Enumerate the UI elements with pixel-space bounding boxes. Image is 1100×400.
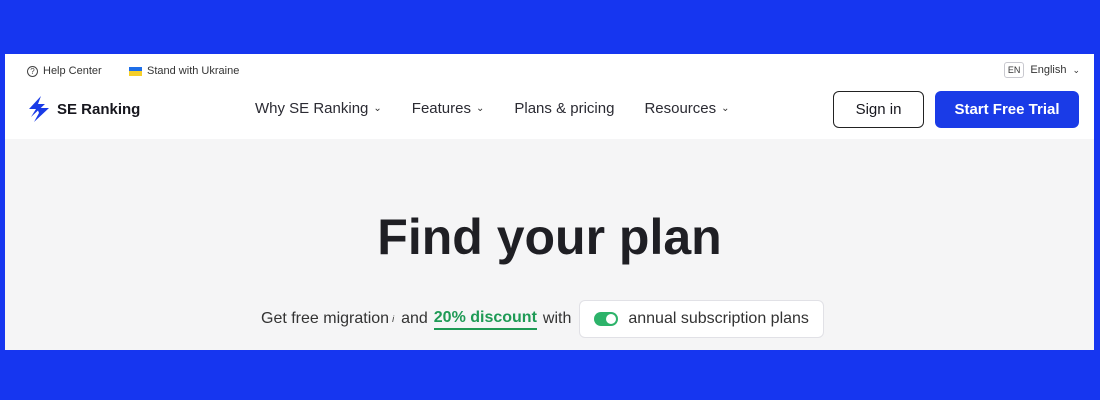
promo-prefix: Get free migration (261, 310, 390, 327)
se-ranking-logo[interactable]: SE Ranking (27, 96, 140, 122)
ukraine-flag-icon (129, 66, 142, 76)
info-icon[interactable]: i (392, 314, 394, 324)
toggle-knob (606, 314, 617, 324)
promo-and: and (401, 310, 428, 327)
help-center-link[interactable]: ? Help Center (27, 65, 102, 77)
question-circle-icon: ? (27, 65, 38, 77)
nav-plans-pricing[interactable]: Plans & pricing (514, 100, 614, 117)
main-nav: Why SE Ranking ⌄ Features ⌄ Plans & pric… (255, 100, 730, 117)
language-selector[interactable]: EN English ⌄ (1003, 62, 1080, 78)
page-title: Find your plan (377, 209, 722, 265)
chevron-down-icon: ⌄ (1072, 64, 1080, 75)
chevron-down-icon: ⌄ (475, 103, 485, 114)
promo-with: with (542, 310, 572, 327)
annual-plan-label: annual subscription plans (628, 310, 809, 327)
top-utility-bar: ? Help Center Stand with Ukraine EN Engl… (5, 54, 1094, 88)
stand-with-ukraine-label: Stand with Ukraine (147, 65, 240, 77)
site-header: ? Help Center Stand with Ukraine EN Engl… (5, 54, 1094, 139)
chevron-down-icon: ⌄ (373, 103, 382, 114)
sign-in-button[interactable]: Sign in (833, 91, 924, 128)
help-center-label: Help Center (43, 65, 102, 77)
discount-highlight: 20% discount (433, 309, 537, 330)
page-frame: ? Help Center Stand with Ukraine EN Engl… (5, 54, 1094, 350)
chevron-down-icon: ⌄ (721, 103, 730, 114)
stand-with-ukraine-link[interactable]: Stand with Ukraine (129, 65, 239, 77)
se-ranking-logo-icon (29, 96, 49, 122)
nav-features[interactable]: Features ⌄ (412, 100, 485, 117)
annual-plan-toggle-box[interactable]: annual subscription plans (579, 300, 824, 338)
nav-resources[interactable]: Resources ⌄ (644, 100, 729, 117)
start-free-trial-button[interactable]: Start Free Trial (935, 91, 1079, 128)
annual-toggle-switch[interactable] (594, 312, 619, 326)
logo-text: SE Ranking (57, 100, 141, 118)
nav-label: Plans & pricing (514, 100, 615, 117)
language-label: English (1030, 64, 1067, 76)
nav-label: Why SE Ranking (255, 100, 369, 117)
nav-label: Features (411, 100, 471, 117)
language-code: EN (1003, 62, 1025, 78)
nav-why-se-ranking[interactable]: Why SE Ranking ⌄ (255, 100, 382, 117)
promo-line: Get free migration i and 20% discount wi… (261, 300, 824, 338)
nav-label: Resources (644, 100, 717, 117)
